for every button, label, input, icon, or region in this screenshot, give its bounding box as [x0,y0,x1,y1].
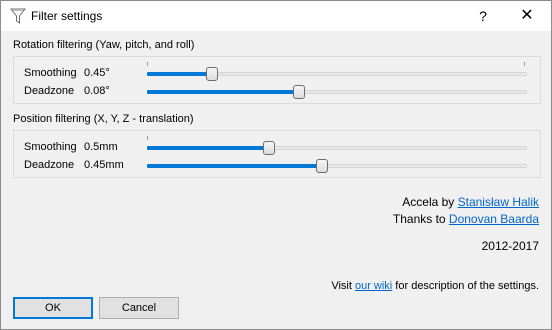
translation-group-title: Position filtering (X, Y, Z - translatio… [13,113,194,125]
slider-fill [147,146,269,150]
translation-smoothing-value: 0.5mm [84,141,118,153]
cancel-button[interactable]: Cancel [99,297,179,319]
slider-thumb[interactable] [316,159,328,173]
translation-smoothing-ticks [147,136,525,140]
wiki-footnote: Visit our wiki for description of the se… [331,280,539,292]
translation-smoothing-label: Smoothing [24,141,77,153]
slider-fill [147,164,322,168]
slider-fill [147,90,299,94]
rotation-group-title: Rotation filtering (Yaw, pitch, and roll… [13,39,195,51]
footnote-prefix: Visit [331,280,355,292]
rotation-smoothing-ticks [147,62,525,66]
rotation-smoothing-value: 0.45° [84,67,110,79]
thanks-link[interactable]: Donovan Baarda [449,212,539,226]
credits-author-prefix: Accela by [402,195,458,209]
close-button[interactable]: ✕ [505,1,549,31]
author-link[interactable]: Stanisław Halik [458,195,539,209]
rotation-smoothing-label: Smoothing [24,67,77,79]
wiki-link[interactable]: our wiki [355,280,392,292]
translation-deadzone-value: 0.45mm [84,159,124,171]
footnote-suffix: for description of the settings. [392,280,539,292]
slider-thumb[interactable] [263,141,275,155]
slider-fill [147,72,212,76]
funnel-icon [9,7,27,25]
filter-settings-window: Filter settings ? ✕ Rotation filtering (… [0,0,552,330]
help-button[interactable]: ? [461,1,505,31]
window-title: Filter settings [31,9,103,23]
credits-years: 2012-2017 [481,239,539,253]
translation-group: Smoothing 0.5mm Deadzone 0.45mm [13,130,541,178]
credits-thanks: Thanks to Donovan Baarda [393,212,539,226]
tick-mark [147,62,148,66]
slider-thumb[interactable] [206,67,218,81]
slider-thumb[interactable] [293,85,305,99]
tick-mark [524,62,525,66]
credits-author: Accela by Stanisław Halik [402,195,539,209]
tick-mark [147,136,148,140]
translation-smoothing-slider[interactable] [147,141,527,155]
rotation-group: Smoothing 0.45° Deadzone 0.08° [13,56,541,104]
rotation-deadzone-value: 0.08° [84,85,110,97]
rotation-deadzone-slider[interactable] [147,85,527,99]
translation-deadzone-slider[interactable] [147,159,527,173]
ok-button[interactable]: OK [13,297,93,319]
rotation-smoothing-slider[interactable] [147,67,527,81]
translation-deadzone-label: Deadzone [24,159,75,171]
title-bar[interactable]: Filter settings ? ✕ [1,1,551,31]
rotation-deadzone-label: Deadzone [24,85,75,97]
credits-thanks-prefix: Thanks to [392,212,449,226]
